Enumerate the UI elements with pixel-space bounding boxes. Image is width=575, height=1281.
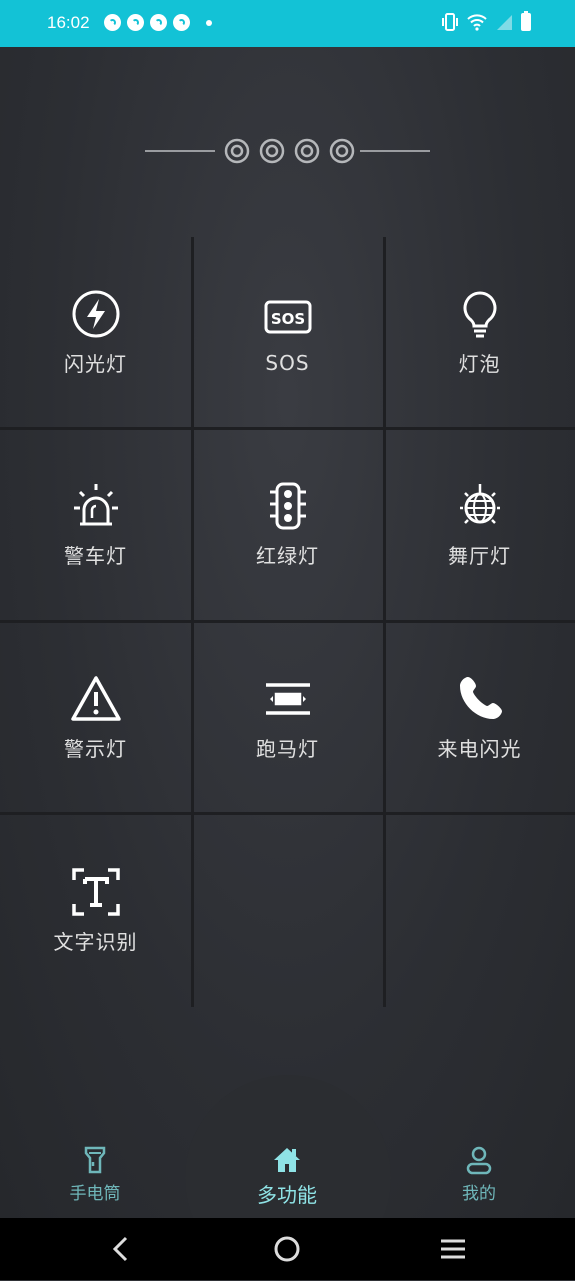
vibrate-icon <box>442 13 458 31</box>
app-notification-icon <box>127 14 144 31</box>
signal-icon <box>497 15 512 30</box>
battery-icon <box>521 11 531 31</box>
home-nav-icon[interactable] <box>272 1234 302 1264</box>
nav-label: 多功能 <box>257 1183 317 1207</box>
nav-label: 手电筒 <box>69 1184 121 1204</box>
grid-item-label: 警车灯 <box>64 544 127 568</box>
nav-flashlight[interactable]: 手电筒 <box>35 1145 155 1204</box>
dot-icon <box>206 19 212 26</box>
grid-item-label: 来电闪光 <box>437 737 522 761</box>
wifi-icon <box>467 14 487 31</box>
back-icon[interactable] <box>106 1234 136 1264</box>
flash-icon <box>72 290 119 338</box>
sos-icon: SOS <box>264 300 311 333</box>
main-area: 闪光灯 SOS SOS 灯泡 警车灯 红绿灯 舞厅灯 警示灯 跑马灯 来电闪光 … <box>0 47 575 1218</box>
grid-item-text-recognition[interactable]: 文字识别 <box>0 815 191 1006</box>
feature-grid: 闪光灯 SOS SOS 灯泡 警车灯 红绿灯 舞厅灯 警示灯 跑马灯 来电闪光 … <box>0 237 575 1007</box>
grid-item-sos[interactable]: SOS SOS <box>192 237 383 428</box>
nav-label: 我的 <box>462 1184 496 1204</box>
status-time: 16:02 <box>47 13 90 32</box>
warning-icon <box>70 676 121 721</box>
marquee-icon <box>265 683 310 715</box>
disco-ball-icon <box>459 484 500 524</box>
grid-item-siren[interactable]: 警车灯 <box>0 429 191 620</box>
grid-item-marquee[interactable]: 跑马灯 <box>192 622 383 813</box>
status-bar: 16:02 <box>0 0 575 47</box>
grid-item-label: SOS <box>265 350 310 375</box>
app-notification-icon <box>104 14 121 31</box>
app-notification-icon <box>150 14 167 31</box>
grid-item-label: 跑马灯 <box>256 737 319 761</box>
app-notification-icon <box>173 14 190 31</box>
nav-mine[interactable]: 我的 <box>419 1145 539 1204</box>
nav-multifunction[interactable]: 多功能 <box>227 1145 347 1208</box>
indicator-decoration <box>145 138 430 164</box>
flashlight-icon <box>84 1146 106 1174</box>
grid-item-label: 舞厅灯 <box>448 544 511 568</box>
grid-item-flash[interactable]: 闪光灯 <box>0 237 191 428</box>
grid-item-label: 闪光灯 <box>64 352 127 376</box>
system-nav-bar <box>0 1218 575 1280</box>
grid-item-call-flash[interactable]: 来电闪光 <box>384 622 575 813</box>
phone-icon <box>459 677 502 719</box>
grid-item-label: 灯泡 <box>458 352 501 376</box>
siren-icon <box>73 484 118 526</box>
home-icon <box>274 1148 300 1172</box>
grid-item-label: 红绿灯 <box>256 544 319 568</box>
menu-icon[interactable] <box>438 1234 468 1264</box>
text-recognition-icon <box>71 868 120 916</box>
grid-item-bulb[interactable]: 灯泡 <box>384 237 575 428</box>
grid-item-label: 警示灯 <box>64 737 127 761</box>
grid-item-disco[interactable]: 舞厅灯 <box>384 429 575 620</box>
traffic-light-icon <box>269 482 306 530</box>
user-icon <box>466 1146 492 1175</box>
svg-text:SOS: SOS <box>270 310 304 328</box>
grid-item-warning[interactable]: 警示灯 <box>0 622 191 813</box>
grid-item-label: 文字识别 <box>53 930 138 954</box>
grid-item-traffic-light[interactable]: 红绿灯 <box>192 429 383 620</box>
bulb-icon <box>463 291 496 338</box>
